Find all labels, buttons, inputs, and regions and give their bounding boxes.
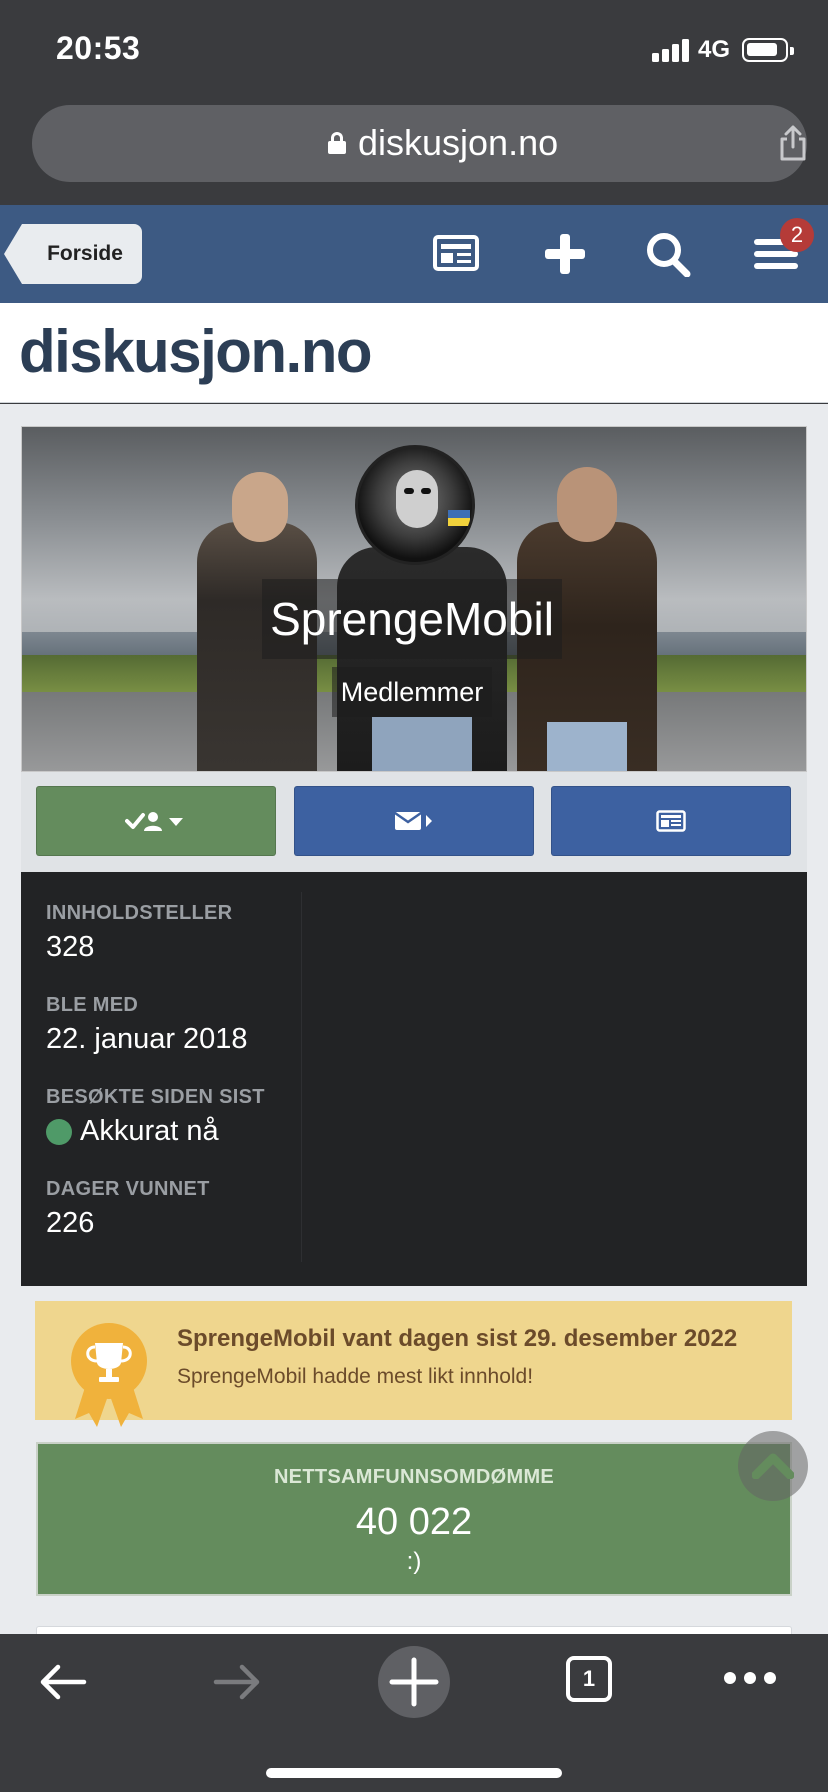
lock-icon — [328, 132, 346, 154]
notification-badge: 2 — [780, 218, 814, 252]
home-indicator[interactable] — [266, 1768, 562, 1778]
stat-label: INNHOLDSTELLER — [46, 902, 233, 924]
content-icon — [656, 810, 686, 832]
online-status-icon — [46, 1118, 72, 1145]
status-bar: 20:53 4G — [0, 0, 828, 96]
scroll-to-top-button[interactable] — [738, 1431, 808, 1501]
site-logo[interactable]: diskusjon.no — [19, 317, 373, 386]
network-label: 4G — [698, 36, 731, 63]
search-icon[interactable] — [644, 231, 694, 277]
stat-value-text: Akkurat nå — [80, 1115, 219, 1147]
new-tab-button[interactable] — [378, 1646, 450, 1718]
follow-icon — [125, 812, 183, 831]
follow-button[interactable] — [36, 786, 276, 856]
message-icon — [394, 811, 432, 830]
profile-actions — [21, 772, 807, 872]
back-icon[interactable] — [38, 1662, 88, 1702]
forward-icon[interactable] — [212, 1662, 262, 1702]
award-subtitle: SprengeMobil hadde mest likt innhold! — [177, 1365, 534, 1388]
reputation-subtext: :) — [406, 1548, 422, 1575]
award-title: SprengeMobil vant dagen sist 29. desembe… — [177, 1325, 738, 1352]
plus-icon[interactable] — [540, 231, 590, 277]
message-button[interactable] — [294, 786, 534, 856]
logo-bar: diskusjon.no — [0, 303, 828, 403]
profile-username: SprengeMobil — [262, 579, 562, 659]
share-icon[interactable] — [778, 125, 808, 161]
stat-value: 226 — [46, 1207, 95, 1239]
url-text: diskusjon.no — [358, 122, 559, 163]
battery-icon — [742, 38, 794, 62]
stat-days-won: DAGER VUNNET 226 — [46, 1178, 210, 1240]
content-button[interactable] — [551, 786, 791, 856]
stat-last-visited: BESØKTE SIDEN SIST Akkurat nå — [46, 1086, 265, 1148]
tabs-icon[interactable]: 1 — [566, 1656, 612, 1702]
stat-value: 22. januar 2018 — [46, 1023, 248, 1055]
profile-cover: SprengeMobil Medlemmer — [21, 426, 807, 772]
stat-value: Akkurat nå — [46, 1115, 265, 1148]
stat-content-count: INNHOLDSTELLER 328 — [46, 902, 232, 964]
stat-label: BLE MED — [46, 994, 139, 1016]
browser-toolbar: 1 — [0, 1634, 828, 1792]
flag-icon — [448, 510, 470, 526]
profile-stats: INNHOLDSTELLER 328 BLE MED 22. januar 20… — [21, 872, 807, 1286]
reputation-label: NETTSAMFUNNSOMDØMME — [273, 1466, 555, 1488]
trophy-icon — [71, 1323, 147, 1427]
more-icon[interactable] — [722, 1670, 778, 1686]
home-button[interactable]: Forside — [4, 224, 142, 284]
stat-joined: BLE MED 22. januar 2018 — [46, 994, 248, 1056]
reputation-card: NETTSAMFUNNSOMDØMME 40 022 :) — [36, 1442, 792, 1596]
site-nav: Forside 2 — [0, 205, 828, 303]
address-bar[interactable]: diskusjon.no — [32, 105, 807, 182]
profile-group: Medlemmer — [332, 667, 492, 717]
new-tab-icon — [389, 1657, 439, 1707]
news-icon[interactable] — [432, 231, 482, 277]
stat-label: BESØKTE SIDEN SIST — [46, 1086, 265, 1108]
chevron-up-icon — [752, 1453, 794, 1479]
status-time: 20:53 — [56, 30, 141, 66]
stat-value: 328 — [46, 931, 95, 963]
day-winner-banner[interactable]: SprengeMobil vant dagen sist 29. desembe… — [35, 1301, 792, 1427]
avatar[interactable] — [355, 445, 475, 565]
reputation-value: 40 022 — [355, 1501, 473, 1543]
stat-label: DAGER VUNNET — [46, 1178, 210, 1200]
signal-icon — [652, 38, 692, 62]
